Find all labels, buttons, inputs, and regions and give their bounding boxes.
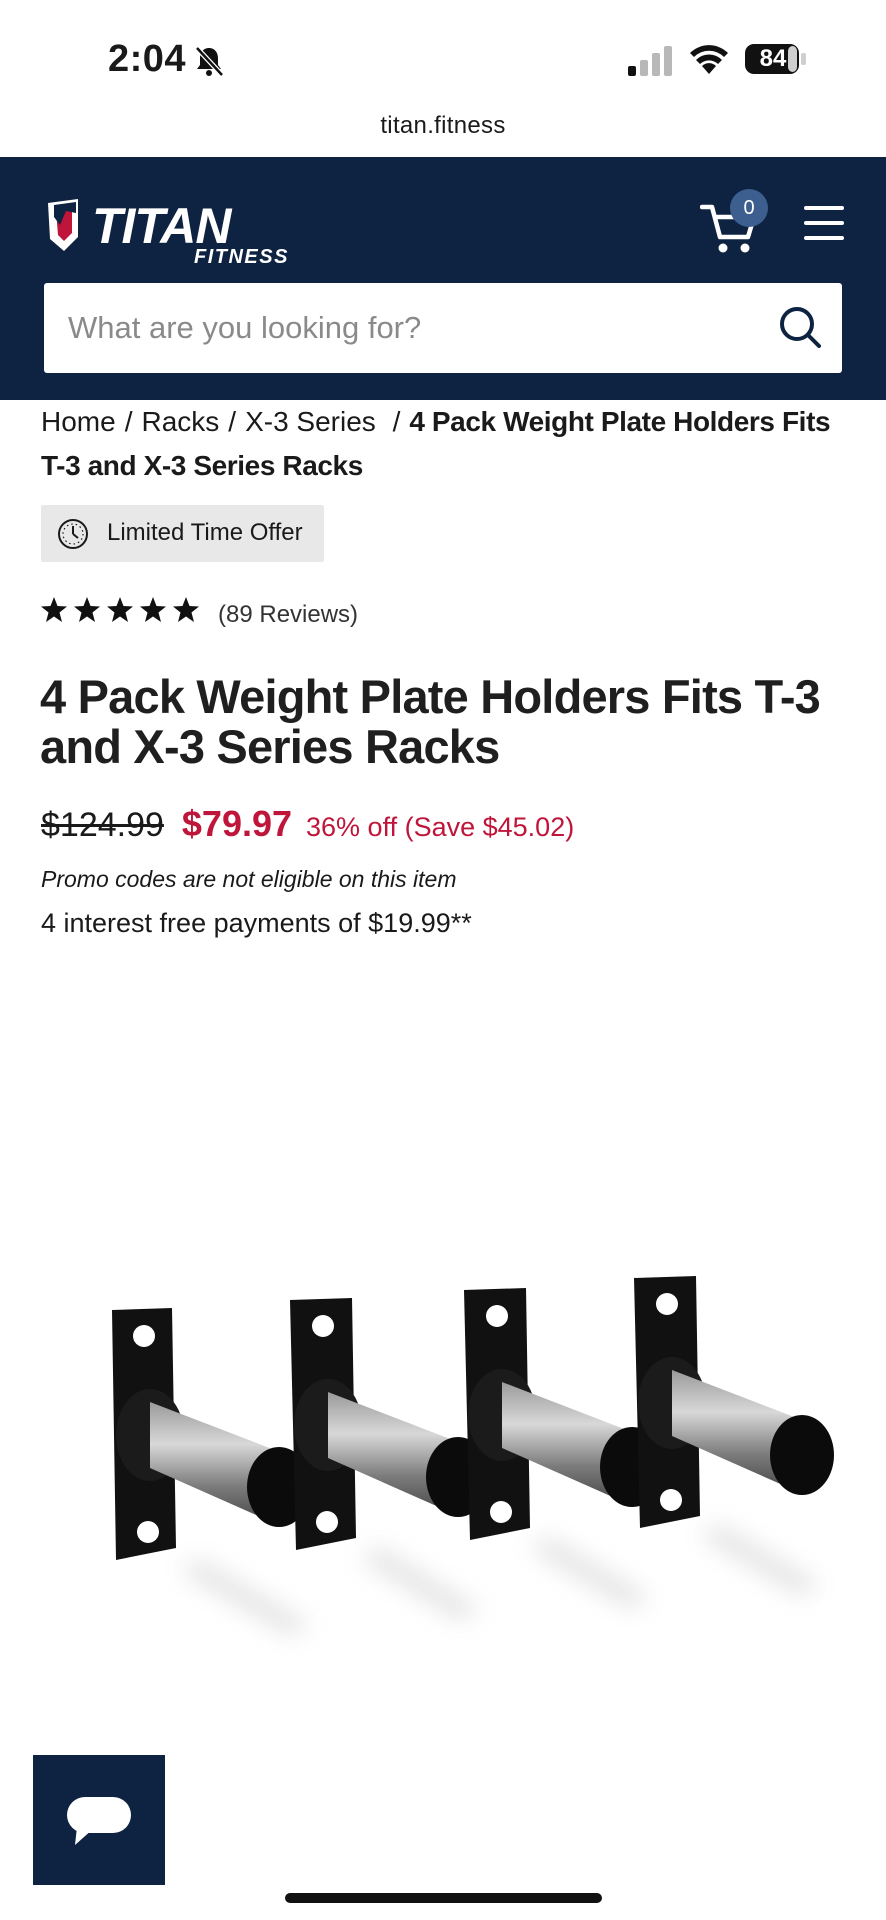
original-price: $124.99 bbox=[41, 806, 164, 844]
site-header: TITAN FITNESS 0 bbox=[0, 157, 886, 400]
breadcrumb-racks[interactable]: Racks bbox=[141, 406, 219, 437]
plate-holder bbox=[464, 1288, 664, 1540]
status-time: 2:04 bbox=[108, 38, 187, 80]
price-row: $124.99 $79.97 36% off (Save $45.02) bbox=[41, 803, 574, 845]
installment-payments[interactable]: 4 interest free payments of $19.99** bbox=[41, 908, 472, 939]
breadcrumb: Home / Racks / X-3 Series /4 Pack Weight Pla… bbox=[41, 406, 831, 481]
chat-button[interactable] bbox=[33, 1755, 165, 1885]
search-bar[interactable] bbox=[44, 283, 842, 373]
product-title: 4 Pack Weight Plate Holders Fits T-3 and… bbox=[40, 670, 821, 773]
search-icon[interactable] bbox=[778, 305, 822, 349]
star-icon bbox=[107, 597, 133, 622]
home-indicator bbox=[285, 1893, 602, 1903]
plate-holder bbox=[634, 1276, 834, 1528]
browser-url[interactable]: titan.fitness bbox=[0, 112, 886, 140]
breadcrumb-home[interactable]: Home bbox=[41, 406, 116, 437]
limited-time-offer-badge: Limited Time Offer bbox=[41, 505, 324, 562]
star-icon bbox=[140, 597, 166, 622]
hamburger-menu-icon[interactable] bbox=[802, 203, 846, 243]
status-bar: 2:04 84 bbox=[0, 0, 886, 110]
star-icon bbox=[41, 597, 67, 622]
plate-holder bbox=[112, 1308, 311, 1560]
star-icon bbox=[173, 597, 199, 622]
cellular-signal-icon bbox=[628, 46, 672, 76]
titan-fitness-logo[interactable]: TITAN FITNESS bbox=[44, 195, 324, 265]
chat-bubble-icon bbox=[67, 1797, 131, 1845]
bell-slash-icon bbox=[195, 46, 224, 77]
promo-note: Promo codes are not eligible on this ite… bbox=[41, 866, 457, 892]
svg-text:FITNESS: FITNESS bbox=[194, 246, 289, 265]
star-rating[interactable] bbox=[40, 596, 200, 636]
offer-label: Limited Time Offer bbox=[107, 519, 303, 546]
breadcrumb-x3-series[interactable]: X-3 Series bbox=[245, 406, 376, 437]
product-image[interactable] bbox=[60, 1230, 850, 1670]
battery-level: 84 bbox=[759, 45, 787, 72]
cart-count-badge: 0 bbox=[730, 189, 768, 227]
reviews-link[interactable]: (89 Reviews) bbox=[218, 601, 358, 629]
plate-holder bbox=[290, 1298, 490, 1550]
wifi-icon bbox=[690, 45, 728, 74]
search-input[interactable] bbox=[68, 283, 748, 373]
discount-text: 36% off (Save $45.02) bbox=[306, 812, 575, 842]
clock-icon bbox=[58, 519, 88, 549]
star-icon bbox=[74, 597, 100, 622]
sale-price: $79.97 bbox=[181, 803, 293, 844]
